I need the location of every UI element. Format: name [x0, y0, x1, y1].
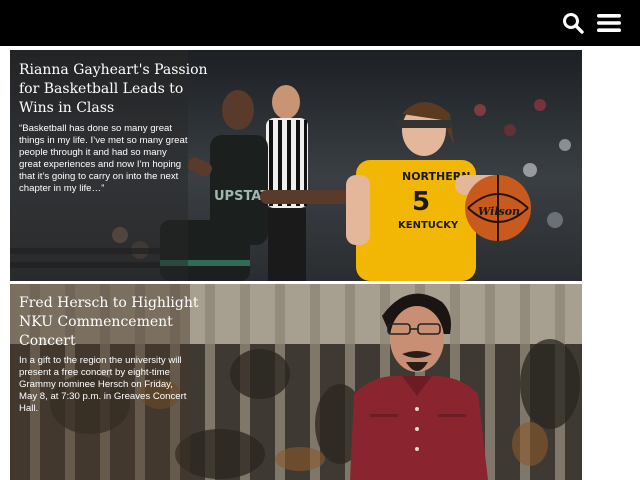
top-navigation-bar	[0, 0, 640, 46]
story-blurb: In a gift to the region the university w…	[19, 355, 187, 414]
hamburger-menu-icon	[597, 14, 621, 32]
menu-button[interactable]	[595, 9, 623, 37]
search-button[interactable]	[559, 9, 587, 37]
svg-text:Wilson: Wilson	[478, 205, 520, 218]
svg-text:KENTUCKY: KENTUCKY	[398, 220, 459, 231]
page-margin	[582, 46, 640, 480]
story-headline[interactable]: Rianna Gayheart's Passion for Basketball…	[19, 61, 215, 118]
story-headline[interactable]: Fred Hersch to Highlight NKU Commencemen…	[19, 294, 215, 351]
svg-text:5: 5	[412, 187, 430, 217]
story-card-basketball[interactable]: UPSTATE NORTHERN 5 KENTUCKY Wilson Riann…	[10, 50, 582, 281]
search-icon	[563, 13, 584, 34]
story-card-concert[interactable]: Fred Hersch to Highlight NKU Commencemen…	[10, 284, 582, 480]
story-blurb: “Basketball has done so many great thing…	[19, 123, 188, 194]
